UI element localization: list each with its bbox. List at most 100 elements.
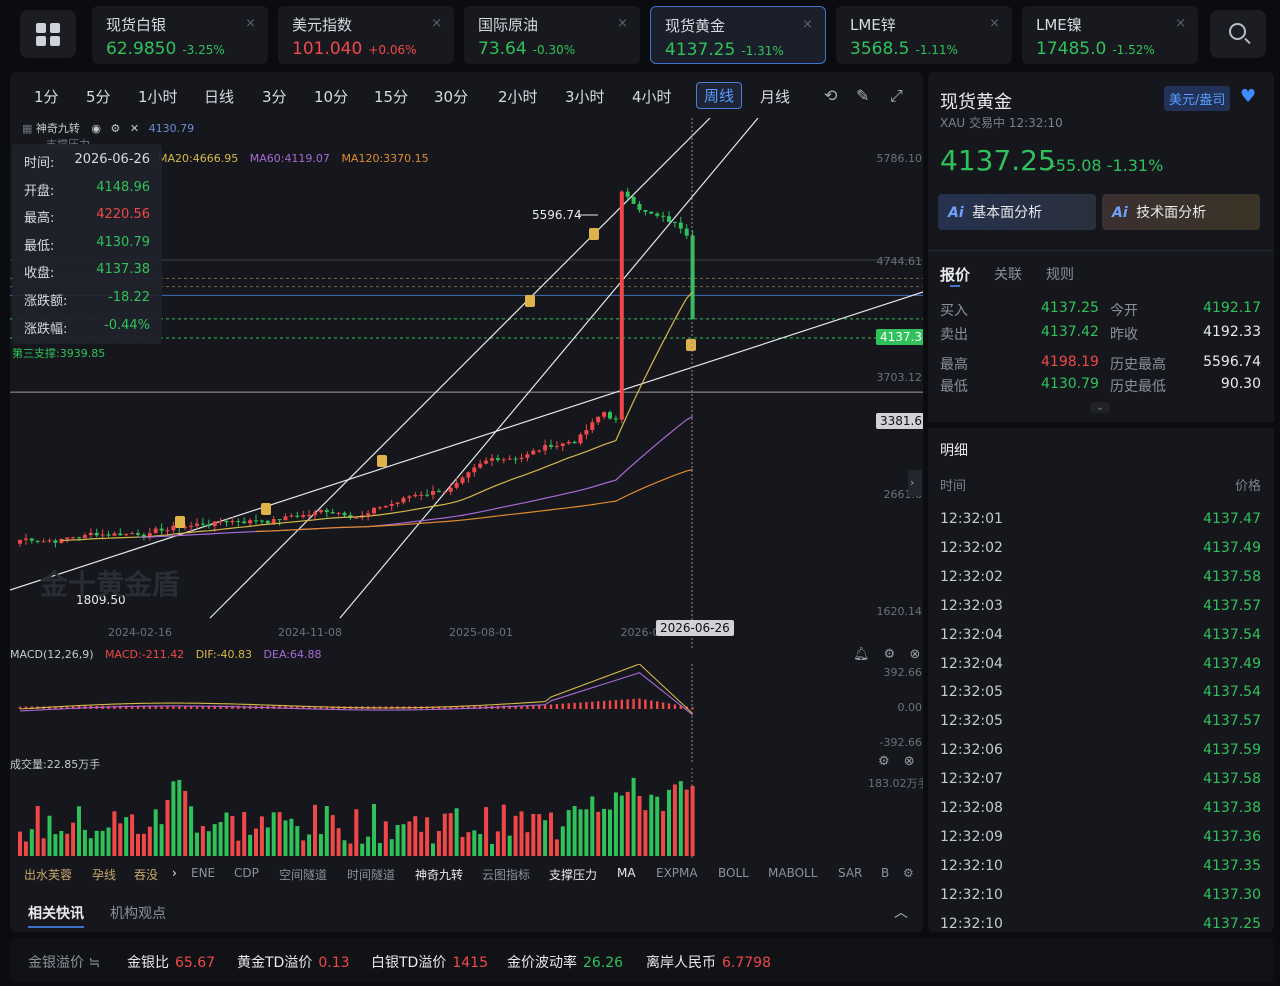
timeframe-tab[interactable]: 5分 bbox=[86, 86, 111, 107]
quote-tab[interactable]: LME镍 17485.0 -1.52% × bbox=[1022, 6, 1198, 64]
close-tab-icon[interactable]: × bbox=[617, 16, 628, 31]
replay-icon[interactable]: ⟲ bbox=[824, 86, 837, 105]
close-icon[interactable]: ⊗ bbox=[909, 647, 920, 662]
timeframe-tab[interactable]: 2小时 bbox=[498, 86, 538, 107]
close-tab-icon[interactable]: × bbox=[245, 16, 256, 31]
volume-bar bbox=[537, 814, 542, 856]
close-icon[interactable]: ✕ bbox=[130, 122, 139, 135]
macd-bar bbox=[673, 704, 677, 709]
stat-item[interactable]: 离岸人民币 6.7798 bbox=[646, 952, 771, 972]
settings-icon[interactable]: ⚙ bbox=[903, 866, 914, 880]
timeframe-tab[interactable]: 30分 bbox=[434, 86, 468, 107]
draw-pen-icon[interactable]: ✎ bbox=[856, 86, 869, 105]
quote-tab[interactable]: 现货黄金 4137.25 -1.31% × bbox=[650, 6, 826, 64]
volume-chart[interactable] bbox=[10, 768, 923, 858]
indicator-tab[interactable]: 支撑压力 bbox=[549, 866, 597, 883]
indicator-tab[interactable]: 空间隧道 bbox=[279, 866, 327, 883]
quote-value: 4192.17 bbox=[1203, 300, 1261, 316]
candle-body bbox=[71, 537, 76, 539]
indicator-tab[interactable]: 云图指标 bbox=[482, 866, 530, 883]
quote-value: 4192.33 bbox=[1203, 324, 1261, 340]
quote-tab[interactable]: LME锌 3568.5 -1.11% × bbox=[836, 6, 1012, 64]
volume-bar bbox=[141, 833, 146, 856]
timeframe-tab[interactable]: 10分 bbox=[314, 86, 348, 107]
scroll-right-icon[interactable]: › bbox=[172, 866, 177, 880]
eye-icon[interactable]: ◉ bbox=[91, 122, 101, 135]
tab-quote[interactable]: 报价 bbox=[940, 264, 970, 285]
indicator-tab[interactable]: 吞没 bbox=[134, 866, 158, 883]
volume-bar bbox=[348, 843, 353, 856]
macd-bar bbox=[614, 700, 618, 709]
timeframe-tab[interactable]: 3分 bbox=[262, 86, 287, 107]
timeframe-tab[interactable]: 月线 bbox=[760, 86, 790, 107]
expand-arrow-icon[interactable]: › bbox=[908, 470, 922, 496]
fullscreen-icon[interactable]: ⤢ bbox=[890, 86, 903, 106]
quote-tab[interactable]: 现货白银 62.9850 -3.25% × bbox=[92, 6, 268, 64]
tick-time: 12:32:07 bbox=[940, 771, 1003, 788]
tick-price: 4137.57 bbox=[1203, 713, 1261, 730]
stat-item[interactable]: 黄金TD溢价 0.13 bbox=[237, 952, 350, 972]
timeframe-tab[interactable]: 1小时 bbox=[138, 86, 178, 107]
grid-icon bbox=[50, 23, 60, 33]
close-tab-icon[interactable]: × bbox=[989, 16, 1000, 31]
quote-tab[interactable]: 美元指数 101.040 +0.06% × bbox=[278, 6, 454, 64]
timeframe-tab[interactable]: 日线 bbox=[204, 86, 234, 107]
stat-item[interactable]: 金银溢价 ≒ bbox=[28, 952, 100, 972]
candle-body bbox=[23, 538, 28, 540]
settings-icon[interactable]: ⚙ bbox=[111, 122, 121, 135]
settings-icon[interactable]: ⚙ bbox=[884, 647, 896, 662]
nine-turn-marker bbox=[686, 339, 696, 351]
volume-bar bbox=[619, 795, 624, 856]
ai-technical-button[interactable]: Ai 技术面分析 bbox=[1102, 194, 1260, 230]
close-tab-icon[interactable]: × bbox=[1175, 16, 1186, 31]
tab-related-news[interactable]: 相关快讯 bbox=[28, 903, 84, 928]
stat-item[interactable]: 金银比 65.67 bbox=[127, 952, 215, 972]
indicator-tab[interactable]: B bbox=[881, 866, 889, 880]
expand-chevron-icon[interactable]: ⌄ bbox=[1090, 402, 1111, 413]
macd-axis-label: 392.66 bbox=[884, 666, 923, 679]
volume-bar bbox=[153, 809, 158, 856]
timeframe-tab[interactable]: 4小时 bbox=[632, 86, 672, 107]
indicator-tab[interactable]: MA bbox=[617, 866, 636, 880]
ai-fundamental-button[interactable]: Ai 基本面分析 bbox=[938, 194, 1096, 230]
stat-item[interactable]: 金价波动率 26.26 bbox=[507, 952, 623, 972]
indicator-tab[interactable]: ENE bbox=[191, 866, 215, 880]
timeframe-tab[interactable]: 3小时 bbox=[565, 86, 605, 107]
indicator-tab[interactable]: 时间隧道 bbox=[347, 866, 395, 883]
favorite-heart-icon[interactable]: ♥ bbox=[1240, 86, 1256, 107]
indicator-tab[interactable]: EXPMA bbox=[656, 866, 698, 880]
tab-rules[interactable]: 规则 bbox=[1046, 264, 1074, 284]
timeframe-tab[interactable]: 周线 bbox=[696, 82, 743, 109]
indicator-tab[interactable]: 神奇九转 bbox=[415, 866, 463, 883]
macd-chart[interactable]: 392.66 0.00 -392.66 bbox=[10, 664, 923, 764]
close-tab-icon[interactable]: × bbox=[802, 17, 813, 32]
volume-bar bbox=[77, 806, 81, 856]
stat-label: 金价波动率 bbox=[507, 955, 577, 971]
close-tab-icon[interactable]: × bbox=[431, 16, 442, 31]
close-icon[interactable]: ⊗ bbox=[904, 754, 915, 769]
stat-item[interactable]: 白银TD溢价 1415 bbox=[371, 952, 488, 972]
indicator-tab[interactable]: MABOLL bbox=[768, 866, 817, 880]
indicator-tab[interactable]: CDP bbox=[234, 866, 259, 880]
quote-tab[interactable]: 国际原油 73.64 -0.30% × bbox=[464, 6, 640, 64]
settings-icon[interactable]: ⚙ bbox=[878, 754, 890, 769]
candle-body bbox=[195, 523, 199, 526]
quote-tab-change: -3.25% bbox=[182, 43, 225, 57]
candle-body bbox=[230, 521, 235, 523]
collapse-icon[interactable]: ︿ bbox=[894, 902, 908, 922]
timeframe-tab[interactable]: 15分 bbox=[374, 86, 408, 107]
volume-bar bbox=[419, 831, 424, 856]
indicator-tab[interactable]: SAR bbox=[838, 866, 862, 880]
watermark: 金十黄金盾 bbox=[39, 568, 180, 601]
tab-institution-views[interactable]: 机构观点 bbox=[110, 903, 166, 923]
timeframe-tab[interactable]: 1分 bbox=[34, 86, 59, 107]
search-button[interactable] bbox=[1210, 10, 1266, 58]
indicator-tab[interactable]: 出水芙蓉 bbox=[24, 866, 72, 883]
menu-grid-button[interactable] bbox=[20, 10, 76, 58]
ohlc-label: 时间: bbox=[24, 156, 55, 171]
alert-bell-icon[interactable]: 🔔︎ bbox=[853, 647, 870, 662]
indicator-tab[interactable]: 孕线 bbox=[92, 866, 116, 883]
unit-badge[interactable]: 美元/盎司 bbox=[1164, 86, 1231, 111]
indicator-tab[interactable]: BOLL bbox=[718, 866, 749, 880]
tab-related[interactable]: 关联 bbox=[994, 264, 1022, 284]
